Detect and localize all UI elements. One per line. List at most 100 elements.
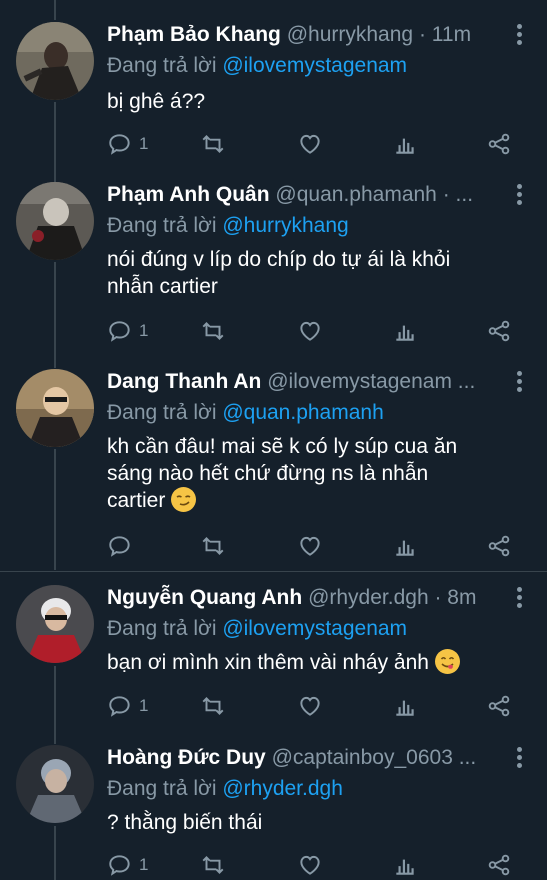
more-vertical-icon[interactable] — [513, 184, 525, 206]
display-name[interactable]: Phạm Anh Quân — [107, 183, 270, 206]
user-handle[interactable]: @captainboy_0603 ... — [272, 746, 477, 769]
tweet-header: Dang Thanh An @ilovemystagenam ... — [107, 367, 501, 397]
retweet-icon — [202, 537, 224, 555]
avatar[interactable] — [16, 369, 94, 447]
mention-link[interactable]: @ilovemystagenam — [222, 617, 407, 640]
retweet-icon — [202, 135, 224, 153]
tweet-actions — [0, 532, 547, 560]
mention-link[interactable]: @quan.phamanh — [222, 401, 383, 424]
analytics-button[interactable] — [392, 130, 418, 158]
reply-button[interactable]: 1 — [107, 130, 148, 158]
tweet[interactable]: Dang Thanh An @ilovemystagenam ... Đang … — [0, 367, 547, 567]
analytics-icon — [396, 325, 414, 341]
mention-link[interactable]: @rhyder.dgh — [222, 777, 343, 800]
timestamp[interactable]: · 8m — [434, 586, 476, 609]
avatar[interactable] — [16, 182, 94, 260]
share-button[interactable] — [486, 317, 512, 345]
like-icon — [300, 134, 320, 154]
replying-to: Đang trả lời @ilovemystagenam — [107, 52, 407, 80]
tweet-actions: 1 — [0, 851, 547, 879]
reply-icon — [109, 536, 130, 557]
user-handle[interactable]: @quan.phamanh · ... — [275, 183, 473, 206]
like-button[interactable] — [297, 532, 323, 560]
like-button[interactable] — [297, 692, 323, 720]
analytics-button[interactable] — [392, 317, 418, 345]
tweet-text: bạn ơi mình xin thêm vài nháy ảnh — [107, 649, 517, 676]
tweet-text-line: sáng nào hết chứ đừng ns là nhẫn — [107, 462, 429, 485]
avatar[interactable] — [16, 585, 94, 663]
replying-to-label: Đang trả lời — [107, 401, 217, 424]
share-icon — [488, 854, 510, 876]
tweet[interactable]: Phạm Anh Quân @quan.phamanh · ... Đang t… — [0, 180, 547, 360]
tweet-header: Phạm Anh Quân @quan.phamanh · ... — [107, 180, 501, 210]
smirk-emoji-icon — [171, 487, 197, 512]
retweet-button[interactable] — [200, 532, 226, 560]
yum-emoji-icon — [434, 649, 460, 674]
reply-button[interactable]: 1 — [107, 317, 148, 345]
retweet-icon — [202, 856, 224, 874]
more-vertical-icon[interactable] — [513, 587, 525, 609]
share-icon — [488, 320, 510, 342]
share-icon — [488, 535, 510, 557]
share-button[interactable] — [486, 532, 512, 560]
tweet-actions: 1 — [0, 692, 547, 720]
like-button[interactable] — [297, 851, 323, 879]
reply-icon — [109, 134, 130, 155]
reply-count: 1 — [139, 855, 149, 874]
retweet-button[interactable] — [200, 317, 226, 345]
share-button[interactable] — [486, 851, 512, 879]
thread-line — [54, 0, 56, 20]
user-handle[interactable]: @hurrykhang — [287, 23, 413, 46]
analytics-icon — [396, 138, 414, 154]
replying-to: Đang trả lời @quan.phamanh — [107, 399, 384, 427]
tweet[interactable]: Nguyễn Quang Anh @rhyder.dgh · 8m Đang t… — [0, 583, 547, 733]
more-vertical-icon[interactable] — [513, 371, 525, 393]
reply-icon — [109, 855, 130, 876]
analytics-button[interactable] — [392, 692, 418, 720]
retweet-icon — [202, 322, 224, 340]
reply-icon — [109, 696, 130, 717]
tweet-header: Phạm Bảo Khang @hurrykhang · 11m — [107, 20, 501, 50]
mention-link[interactable]: @ilovemystagenam — [222, 54, 407, 77]
tweet-text: ? thằng biến thái — [107, 809, 517, 836]
reply-button[interactable]: 1 — [107, 851, 148, 879]
more-vertical-icon[interactable] — [513, 24, 525, 46]
avatar[interactable] — [16, 745, 94, 823]
tweet[interactable]: Hoàng Đức Duy @captainboy_0603 ... Đang … — [0, 743, 547, 880]
tweet-actions: 1 — [0, 317, 547, 345]
tweet-text: kh cần đâu! mai sẽ k có ly súp cua ăn sá… — [107, 433, 517, 514]
reply-count: 1 — [139, 696, 149, 715]
retweet-button[interactable] — [200, 851, 226, 879]
replying-to-label: Đang trả lời — [107, 777, 217, 800]
reply-button[interactable]: 1 — [107, 692, 148, 720]
like-button[interactable] — [297, 130, 323, 158]
mention-link[interactable]: @hurrykhang — [222, 214, 348, 237]
user-handle[interactable]: @ilovemystagenam ... — [267, 370, 475, 393]
reply-button[interactable] — [107, 532, 139, 560]
user-handle[interactable]: @rhyder.dgh — [308, 586, 429, 609]
share-icon — [488, 133, 510, 155]
timestamp[interactable]: · 11m — [419, 23, 471, 46]
analytics-button[interactable] — [392, 851, 418, 879]
tweet[interactable]: Phạm Bảo Khang @hurrykhang · 11m Đang tr… — [0, 20, 547, 170]
share-button[interactable] — [486, 130, 512, 158]
more-vertical-icon[interactable] — [513, 747, 525, 769]
like-icon — [300, 536, 320, 556]
reply-icon — [109, 321, 130, 342]
retweet-button[interactable] — [200, 130, 226, 158]
tweet-text-line: cartier — [107, 489, 166, 512]
display-name[interactable]: Dang Thanh An — [107, 370, 261, 393]
like-button[interactable] — [297, 317, 323, 345]
reply-count: 1 — [139, 321, 149, 340]
like-icon — [300, 855, 320, 875]
tweet-text-line: bị ghê á?? — [107, 90, 206, 113]
display-name[interactable]: Hoàng Đức Duy — [107, 746, 266, 769]
analytics-button[interactable] — [392, 532, 418, 560]
retweet-button[interactable] — [200, 692, 226, 720]
replying-to: Đang trả lời @rhyder.dgh — [107, 775, 343, 803]
avatar[interactable] — [16, 22, 94, 100]
tweet-text-line: nói đúng v líp do chíp do tự ái là khỏi — [107, 248, 451, 271]
display-name[interactable]: Nguyễn Quang Anh — [107, 586, 302, 609]
share-button[interactable] — [486, 692, 512, 720]
display-name[interactable]: Phạm Bảo Khang — [107, 23, 281, 46]
